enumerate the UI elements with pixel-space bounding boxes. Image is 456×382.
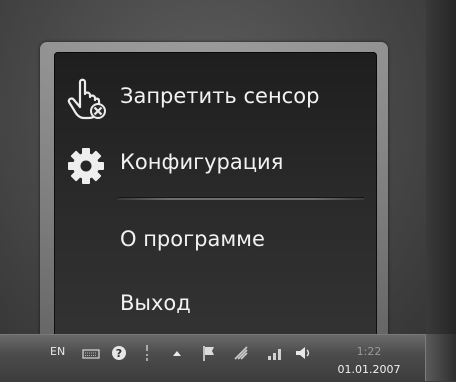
menu-item-label: О программе bbox=[120, 227, 265, 251]
keyboard-icon[interactable] bbox=[82, 344, 100, 362]
volume-icon[interactable] bbox=[294, 344, 312, 362]
menu-item-exit[interactable]: Выход bbox=[54, 279, 377, 329]
desktop-background bbox=[426, 0, 456, 381]
help-icon[interactable]: ? bbox=[110, 344, 128, 362]
menu-item-disable-touch[interactable]: Запретить сенсор bbox=[54, 72, 377, 122]
touch-disable-icon bbox=[64, 76, 108, 120]
clock[interactable]: 1:22 01.01.2007 bbox=[336, 343, 402, 379]
show-hidden-icons-icon[interactable] bbox=[168, 344, 186, 362]
language-indicator[interactable]: EN bbox=[50, 345, 65, 367]
menu-item-about[interactable]: О программе bbox=[54, 215, 377, 265]
network-icon[interactable] bbox=[232, 344, 250, 362]
pen-icon[interactable] bbox=[138, 344, 156, 362]
menu-item-label: Конфигурация bbox=[120, 150, 284, 174]
flag-icon[interactable] bbox=[200, 344, 218, 362]
menu-separator bbox=[118, 197, 364, 200]
gear-icon bbox=[64, 142, 108, 186]
svg-text:?: ? bbox=[116, 347, 122, 360]
menu-item-label: Выход bbox=[120, 291, 191, 315]
show-desktop-button[interactable] bbox=[425, 334, 456, 381]
signal-icon[interactable] bbox=[266, 344, 284, 362]
menu-item-configuration[interactable]: Конфигурация bbox=[54, 138, 377, 188]
clock-date: 01.01.2007 bbox=[337, 363, 401, 376]
clock-time: 1:22 bbox=[356, 345, 382, 358]
menu-item-label: Запретить сенсор bbox=[120, 84, 320, 108]
